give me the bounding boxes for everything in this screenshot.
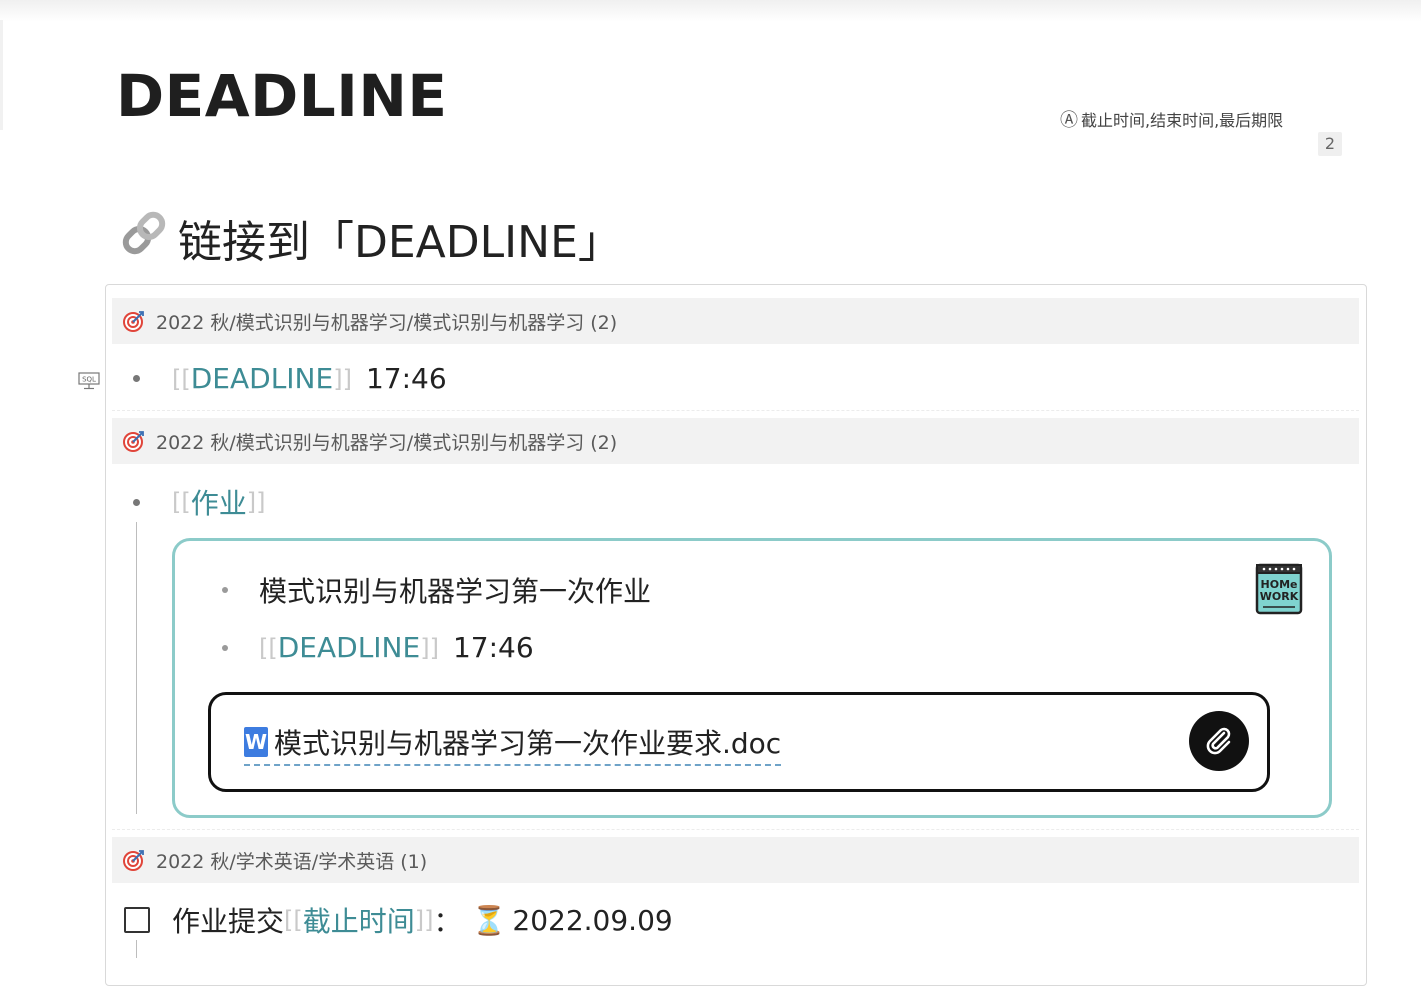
alias-text: 截止时间,结束时间,最后期限 [1081, 111, 1284, 130]
page-link-deadline[interactable]: DEADLINE [278, 631, 420, 664]
backlink-path-text: 2022 秋/学术英语/学术英语 (1) [156, 850, 428, 873]
page-link-deadline-alias[interactable]: 截止时间 [303, 900, 415, 940]
bracket-close: ]] [246, 488, 266, 516]
backlinks-heading-text: 链接到「DEADLINE」 [178, 217, 622, 268]
backlink-path-row[interactable]: 2022 秋/模式识别与机器学习/模式识别与机器学习 (2) [112, 418, 1359, 464]
page-link-deadline[interactable]: DEADLINE [191, 362, 333, 395]
target-icon [112, 310, 156, 332]
alias-icon: Ⓐ [1060, 110, 1078, 131]
target-icon [112, 430, 156, 452]
callout-list-item: [[ DEADLINE ]] 17:46 [222, 631, 534, 664]
link-icon [118, 207, 170, 270]
list-item: [[ DEADLINE ]] 17:46 [133, 362, 447, 395]
page-title: DEADLINE [116, 62, 448, 130]
bracket-open: [[ [259, 633, 278, 662]
time-text: 17:46 [452, 631, 534, 664]
bracket-open: [[ [172, 488, 191, 516]
bullet-dot[interactable] [133, 375, 140, 382]
attachment-filename: 模式识别与机器学习第一次作业要求.doc [274, 727, 782, 760]
target-icon [112, 849, 156, 871]
child-guide-line [136, 522, 137, 814]
bracket-close: ]] [333, 364, 352, 393]
divider [112, 829, 1359, 830]
child-guide-line [136, 940, 137, 958]
attachment-link[interactable]: W 模式识别与机器学习第一次作业要求.doc [244, 722, 782, 766]
backlink-path-text: 2022 秋/模式识别与机器学习/模式识别与机器学习 (2) [156, 311, 618, 334]
backlinks-heading: 链接到「DEADLINE」 [118, 206, 622, 270]
backlink-path-row[interactable]: 2022 秋/模式识别与机器学习/模式识别与机器学习 (2) [112, 298, 1359, 344]
top-bar [0, 0, 1421, 22]
word-doc-icon: W [244, 727, 268, 757]
bracket-open: [[ [172, 364, 191, 393]
bullet-dot[interactable] [222, 587, 228, 593]
hourglass-icon: ⏳ [471, 903, 507, 937]
bullet-dot[interactable] [133, 498, 140, 506]
bullet-dot[interactable] [222, 644, 228, 651]
bracket-close: ]] [420, 633, 439, 662]
reference-count-badge[interactable]: 2 [1318, 132, 1342, 156]
backlink-path-row[interactable]: 2022 秋/学术英语/学术英语 (1) [112, 837, 1359, 883]
task-text: 作业提交 [172, 905, 285, 938]
svg-text:WORK: WORK [1260, 590, 1299, 603]
colon: ： [433, 905, 462, 938]
homework-icon: HOMe WORK [1255, 563, 1303, 619]
alias-list[interactable]: Ⓐ 截止时间,结束时间,最后期限 [1060, 106, 1283, 132]
page-link-homework[interactable]: 作业 [191, 482, 247, 522]
list-item: [[ 作业 ]] [133, 482, 265, 522]
divider [112, 410, 1359, 411]
paperclip-icon[interactable] [1189, 711, 1249, 771]
callout-list-item: 模式识别与机器学习第一次作业 [222, 570, 651, 610]
sql-icon[interactable]: SQL [78, 372, 100, 394]
task-checkbox[interactable] [124, 907, 150, 933]
task-date: 2022.09.09 [512, 903, 673, 937]
homework-title: 模式识别与机器学习第一次作业 [259, 575, 652, 608]
task-item: 作业提交 [[ 截止时间 ]] ： ⏳ 2022.09.09 [124, 900, 673, 940]
left-edge [0, 20, 3, 130]
bracket-close: ]] [414, 906, 434, 934]
svg-text:SQL: SQL [82, 376, 96, 384]
backlink-path-text: 2022 秋/模式识别与机器学习/模式识别与机器学习 (2) [156, 431, 618, 454]
time-text: 17:46 [365, 362, 447, 395]
bracket-open: [[ [284, 906, 303, 934]
